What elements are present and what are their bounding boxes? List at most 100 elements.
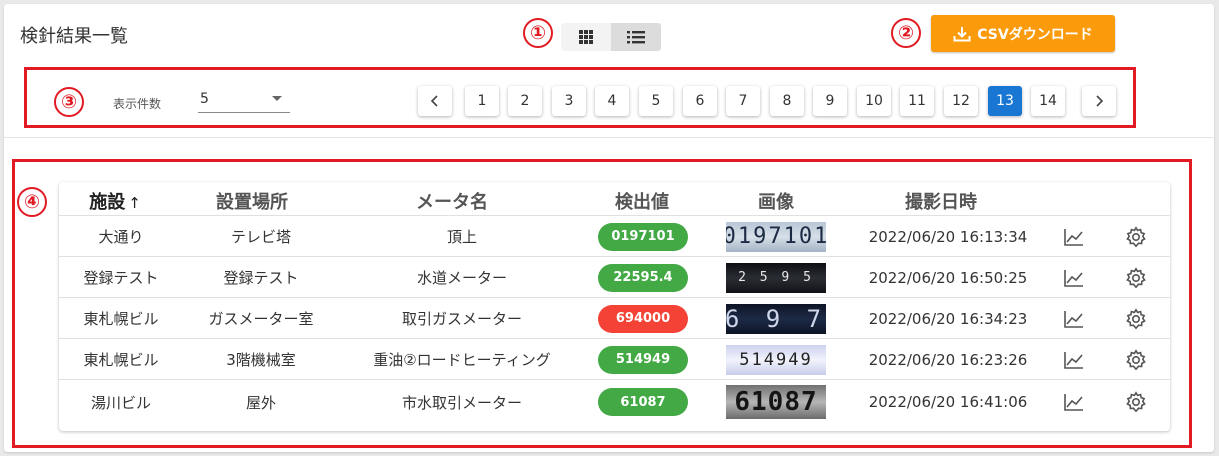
results-table: 施設 ↑ 設置場所 メータ名 検出値 画像 撮影日時 大通り テレビ塔 頂上 01… bbox=[59, 182, 1170, 431]
cell-image[interactable]: 61087 bbox=[726, 380, 826, 424]
cell-detected-value: 61087 bbox=[598, 380, 688, 424]
page-button-8[interactable]: 8 bbox=[770, 86, 804, 116]
chart-button[interactable] bbox=[1063, 339, 1085, 380]
annotation-badge-1: ① bbox=[523, 18, 553, 48]
value-pill: 0197101 bbox=[598, 222, 688, 251]
pagination-prev-button[interactable] bbox=[418, 86, 452, 116]
page-title: 検針結果一覧 bbox=[20, 26, 128, 47]
cell-detected-value: 694000 bbox=[598, 298, 688, 339]
cell-datetime: 2022/06/20 16:23:26 bbox=[868, 350, 1028, 369]
annotation-badge-2: ② bbox=[891, 18, 921, 48]
page-button-1[interactable]: 1 bbox=[465, 86, 499, 116]
page-button-6[interactable]: 6 bbox=[683, 86, 717, 116]
cell-location: 屋外 bbox=[245, 393, 277, 412]
table-row[interactable]: 東札幌ビル 3階機械室 重油②ロードヒーティング 514949 514949 2… bbox=[59, 338, 1170, 379]
page-button-10[interactable]: 10 bbox=[857, 86, 891, 116]
gear-icon bbox=[1126, 391, 1146, 413]
download-icon bbox=[953, 26, 971, 41]
chart-button[interactable] bbox=[1063, 380, 1085, 424]
column-header-facility[interactable]: 施設 ↑ bbox=[89, 188, 141, 214]
settings-button[interactable] bbox=[1125, 298, 1147, 339]
cell-datetime: 2022/06/20 16:50:25 bbox=[868, 268, 1028, 287]
column-header-datetime[interactable]: 撮影日時 bbox=[905, 188, 977, 214]
table-row[interactable]: 東札幌ビル ガスメーター室 取引ガスメーター 694000 6 9 7 2022… bbox=[59, 297, 1170, 338]
cell-meter-name: 市水取引メーター bbox=[401, 393, 523, 412]
page-button-4[interactable]: 4 bbox=[595, 86, 629, 116]
list-view-button[interactable] bbox=[611, 23, 661, 51]
chart-line-icon bbox=[1064, 310, 1083, 328]
cell-facility: 登録テスト bbox=[83, 269, 159, 287]
column-header-detected-value[interactable]: 検出値 bbox=[615, 188, 669, 214]
settings-button[interactable] bbox=[1125, 216, 1147, 257]
cell-facility: 東札幌ビル bbox=[83, 310, 159, 328]
pagination-next-button[interactable] bbox=[1082, 86, 1116, 116]
cell-image[interactable]: 6 9 7 bbox=[726, 298, 826, 339]
cell-facility: 湯川ビル bbox=[90, 393, 152, 412]
section-divider bbox=[4, 137, 1214, 138]
page-button-14[interactable]: 14 bbox=[1031, 86, 1065, 116]
settings-button[interactable] bbox=[1125, 339, 1147, 380]
cell-image[interactable]: 0197101 bbox=[726, 216, 826, 257]
annotation-badge-3: ③ bbox=[54, 87, 84, 117]
grid-view-icon bbox=[579, 30, 593, 44]
cell-location: テレビ塔 bbox=[230, 228, 292, 246]
cell-datetime: 2022/06/20 16:13:34 bbox=[868, 227, 1028, 246]
gear-icon bbox=[1126, 348, 1146, 370]
value-pill: 61087 bbox=[598, 388, 688, 416]
annotation-badge-4: ④ bbox=[17, 187, 47, 217]
table-row[interactable]: 登録テスト 登録テスト 水道メーター 22595.4 2 2 5 9 5 1 2… bbox=[59, 256, 1170, 297]
page-button-7[interactable]: 7 bbox=[726, 86, 760, 116]
cell-location: 登録テスト bbox=[223, 269, 299, 287]
chart-button[interactable] bbox=[1063, 257, 1085, 298]
chart-line-icon bbox=[1064, 394, 1083, 411]
settings-button[interactable] bbox=[1125, 257, 1147, 298]
column-header-image[interactable]: 画像 bbox=[758, 188, 794, 214]
main-panel: 検針結果一覧 ① ② CSVダウンロード ③ 表示件数 5 1 2 3 4 5 … bbox=[4, 4, 1214, 452]
value-pill: 514949 bbox=[598, 345, 688, 374]
gear-icon bbox=[1126, 307, 1146, 329]
chart-line-icon bbox=[1064, 269, 1083, 287]
grid-view-button[interactable] bbox=[561, 23, 611, 51]
dropdown-caret-icon bbox=[272, 96, 282, 101]
chart-button[interactable] bbox=[1063, 216, 1085, 257]
csv-download-button[interactable]: CSVダウンロード bbox=[931, 15, 1115, 52]
chevron-right-icon bbox=[1096, 95, 1104, 107]
cell-image[interactable]: 514949 bbox=[726, 339, 826, 380]
meter-thumbnail: 6 9 7 bbox=[726, 303, 826, 334]
page-button-12[interactable]: 12 bbox=[944, 86, 978, 116]
cell-meter-name: 頂上 bbox=[446, 228, 478, 246]
per-page-select[interactable]: 5 bbox=[198, 87, 290, 113]
list-view-icon bbox=[627, 31, 645, 44]
table-row[interactable]: 湯川ビル 屋外 市水取引メーター 61087 61087 2022/06/20 … bbox=[59, 379, 1170, 423]
meter-thumbnail: 61087 bbox=[726, 385, 826, 419]
cell-datetime: 2022/06/20 16:34:23 bbox=[868, 309, 1028, 328]
page-button-13-current[interactable]: 13 bbox=[988, 86, 1022, 116]
cell-image[interactable]: 2 2 5 9 5 1 bbox=[726, 257, 826, 298]
page-button-5[interactable]: 5 bbox=[639, 86, 673, 116]
cell-meter-name: 重油②ロードヒーティング bbox=[373, 351, 551, 369]
chart-button[interactable] bbox=[1063, 298, 1085, 339]
gear-icon bbox=[1126, 266, 1146, 288]
cell-meter-name: 水道メーター bbox=[416, 269, 508, 287]
page-button-3[interactable]: 3 bbox=[552, 86, 586, 116]
cell-detected-value: 514949 bbox=[598, 339, 688, 380]
page-button-2[interactable]: 2 bbox=[508, 86, 542, 116]
chart-line-icon bbox=[1064, 228, 1083, 246]
cell-meter-name: 取引ガスメーター bbox=[401, 310, 523, 328]
chevron-left-icon bbox=[430, 95, 438, 107]
arrow-up-icon: ↑ bbox=[128, 194, 141, 212]
page-button-11[interactable]: 11 bbox=[900, 86, 934, 116]
cell-detected-value: 22595.4 bbox=[598, 257, 688, 298]
meter-thumbnail: 0197101 bbox=[726, 221, 826, 252]
cell-facility: 大通り bbox=[98, 228, 144, 246]
chart-line-icon bbox=[1064, 351, 1083, 369]
settings-button[interactable] bbox=[1125, 380, 1147, 424]
meter-thumbnail: 2 2 5 9 5 1 bbox=[726, 262, 826, 293]
column-header-location[interactable]: 設置場所 bbox=[216, 188, 288, 214]
cell-datetime: 2022/06/20 16:41:06 bbox=[868, 393, 1028, 411]
column-header-meter-name[interactable]: メータ名 bbox=[416, 188, 488, 214]
page-button-9[interactable]: 9 bbox=[813, 86, 847, 116]
table-row[interactable]: 大通り テレビ塔 頂上 0197101 0197101 2022/06/20 1… bbox=[59, 215, 1170, 256]
meter-thumbnail: 514949 bbox=[726, 344, 826, 375]
per-page-value: 5 bbox=[200, 91, 209, 107]
